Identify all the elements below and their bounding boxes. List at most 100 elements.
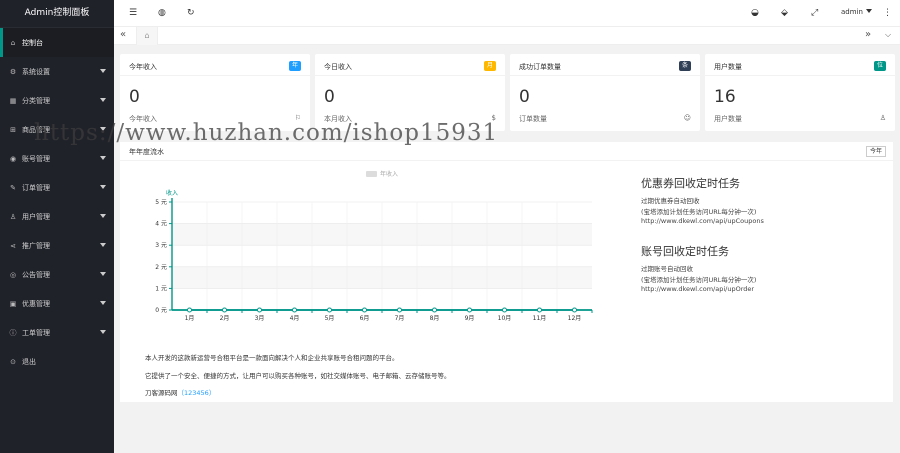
y-tick-label: 4 元 xyxy=(155,221,167,228)
card-divider xyxy=(120,75,310,76)
x-tick-label: 3月 xyxy=(255,315,265,322)
users-icon: ♙ xyxy=(879,114,886,122)
card-subtitle: 用户数量 xyxy=(714,115,742,123)
description-line-1: 本人开发的这款新运营号合租平台是一款面向解决个人和企业共享账号合租问题的平台。 xyxy=(145,354,399,362)
smile-icon: ☺ xyxy=(683,114,691,122)
share-icon: ⋖ xyxy=(10,241,16,250)
data-point xyxy=(222,307,227,313)
sidebar-item[interactable]: ▦ 分类管理 xyxy=(0,86,114,115)
user-menu[interactable]: admin xyxy=(841,8,872,16)
card-badge: 月 xyxy=(484,61,496,71)
x-tick-label: 6月 xyxy=(360,315,370,322)
card-subtitle: 今年收入 xyxy=(129,115,157,123)
x-tick-label: 9月 xyxy=(465,315,475,322)
data-point xyxy=(327,307,332,313)
tabs-bar: « ⌂ » ⌵ xyxy=(114,27,900,45)
task-line: (宝塔添加计划任务访问URL每分钟一次) xyxy=(641,208,757,216)
revenue-panel: 年年度流水 今年 年收入 收入 0 元 1 元 2 元 3 元 4 元 5 元 1月 2月 3月 4月… xyxy=(120,142,893,402)
card-badge: 年 xyxy=(289,61,301,71)
legend-label: 年收入 xyxy=(380,170,398,178)
data-point xyxy=(187,307,192,313)
user-icon: ♙ xyxy=(9,212,17,221)
data-point xyxy=(362,307,367,313)
more-vertical-icon[interactable]: ⋮ xyxy=(883,7,892,19)
sidebar-item[interactable]: ✎ 订单管理 xyxy=(0,173,114,202)
sidebar-item-label: 分类管理 xyxy=(22,96,50,105)
x-tick-label: 2月 xyxy=(220,315,230,322)
flag-icon: ⚐ xyxy=(294,114,301,122)
card-badge: 条 xyxy=(679,61,691,71)
description-line-3: 刀客源码网（123456） xyxy=(145,387,215,397)
sidebar-item[interactable]: ⌂ 控制台 xyxy=(0,28,114,57)
sidebar-item[interactable]: ⚙ 系统设置 xyxy=(0,57,114,86)
x-tick-label: 4月 xyxy=(290,315,300,322)
sidebar-item[interactable]: ♙ 用户管理 xyxy=(0,202,114,231)
coupon-icon: ▣ xyxy=(9,299,17,308)
notice-icon: ◎ xyxy=(9,270,17,279)
task-heading: 账号回收定时任务 xyxy=(641,245,729,258)
y-axis-label: 收入 xyxy=(166,189,178,197)
chevron-down-icon xyxy=(100,156,106,160)
sidebar-item-label: 优惠管理 xyxy=(22,299,50,308)
tag-icon[interactable]: ⬙ xyxy=(781,7,788,19)
task-line: 过期优惠券自动回收 xyxy=(641,197,700,205)
sidebar-item-label: 系统设置 xyxy=(22,67,50,76)
home-icon: ⌂ xyxy=(10,38,16,47)
sidebar-item-label: 商品管理 xyxy=(22,125,50,134)
fullscreen-icon[interactable]: ⤢ xyxy=(811,7,818,19)
sidebar-item[interactable]: ⋖ 推广管理 xyxy=(0,231,114,260)
sidebar-item-label: 用户管理 xyxy=(22,212,50,221)
sidebar-item-label: 推广管理 xyxy=(22,241,50,250)
sidebar-item-label: 工单管理 xyxy=(22,328,50,337)
ticket-icon: ⓘ xyxy=(9,328,17,337)
order-icon: ✎ xyxy=(10,183,16,192)
app-logo-title: Admin控制面板 xyxy=(0,0,114,28)
source-code-link[interactable]: （123456） xyxy=(178,389,216,397)
stat-card: 用户数量 位 16 用户数量 ♙ xyxy=(705,54,895,131)
stat-card: 成功订单数量 条 0 订单数量 ☺ xyxy=(510,54,700,131)
chevron-down-icon xyxy=(100,185,106,189)
chevron-down-icon xyxy=(100,69,106,73)
refresh-icon[interactable]: ↻ xyxy=(187,7,195,19)
sidebar-item[interactable]: ⊞ 商品管理 xyxy=(0,115,114,144)
gear-icon: ⚙ xyxy=(9,67,17,76)
card-title: 成功订单数量 xyxy=(519,63,561,71)
home-tab[interactable]: ⌂ xyxy=(136,27,158,45)
source-site-label: 刀客源码网 xyxy=(145,389,178,397)
chevron-down-icon xyxy=(865,9,872,13)
sidebar-item[interactable]: ⓘ 工单管理 xyxy=(0,318,114,347)
menu-icon[interactable]: ☰ xyxy=(129,7,137,19)
tabs-menu-button[interactable]: ⌵ xyxy=(885,29,891,41)
panel-title: 年年度流水 xyxy=(129,148,164,156)
data-point xyxy=(502,307,507,313)
top-bar: ☰ ◍ ↻ ◒ ⬙ ⤢ admin ⋮ xyxy=(114,0,900,27)
theme-icon[interactable]: ◒ xyxy=(751,7,759,19)
sidebar: Admin控制面板 ⌂ 控制台 ⚙ 系统设置 ▦ 分类管理 ⊞ 商品管理 ◉ 账号管理 ✎ 订单管理 ♙… xyxy=(0,0,114,453)
sidebar-item[interactable]: ▣ 优惠管理 xyxy=(0,289,114,318)
task-line: (宝塔添加计划任务访问URL每分钟一次) xyxy=(641,276,757,284)
x-tick-label: 8月 xyxy=(430,315,440,322)
tabs-next-button[interactable]: » xyxy=(865,29,871,41)
y-tick-label: 1 元 xyxy=(155,285,167,292)
data-point xyxy=(292,307,297,313)
account-icon: ◉ xyxy=(9,154,17,163)
description-line-2: 它提供了一个安全、便捷的方式，让用户可以购买各种账号，如社交媒体账号、电子邮箱、… xyxy=(145,372,451,380)
sidebar-item[interactable]: ⊙ 退出 xyxy=(0,347,114,376)
data-point xyxy=(467,307,472,313)
x-tick-label: 12月 xyxy=(568,315,582,322)
tabs-prev-button[interactable]: « xyxy=(120,29,126,41)
home-icon: ⌂ xyxy=(144,31,150,40)
chevron-down-icon xyxy=(100,243,106,247)
year-filter-button[interactable]: 今年 xyxy=(865,146,886,157)
sidebar-item[interactable]: ◉ 账号管理 xyxy=(0,144,114,173)
sidebar-item-label: 账号管理 xyxy=(22,154,50,163)
globe-icon[interactable]: ◍ xyxy=(158,7,166,19)
data-point xyxy=(572,307,577,313)
stat-card: 今日收入 月 0 本月收入 $ xyxy=(315,54,505,131)
revenue-chart: 年收入收入 0 元 1 元 2 元 3 元 4 元 5 元 1月 2月 3月 4月 5月 6月 7月 8月 9… xyxy=(155,170,593,322)
x-tick-label: 1月 xyxy=(185,315,195,322)
data-point xyxy=(397,307,402,313)
y-tick-label: 3 元 xyxy=(155,242,167,249)
legend-swatch xyxy=(366,171,377,177)
sidebar-item[interactable]: ◎ 公告管理 xyxy=(0,260,114,289)
